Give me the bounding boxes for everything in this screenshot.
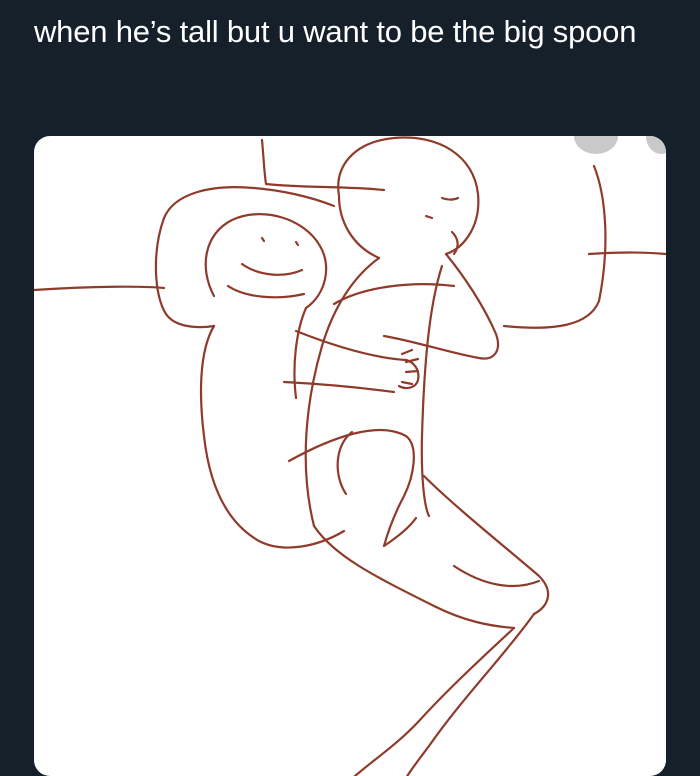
tweet-text: when he’s tall but u want to be the big … bbox=[34, 14, 637, 49]
tweet-media-image[interactable] bbox=[34, 136, 666, 776]
spooning-drawing bbox=[34, 136, 666, 776]
tweet-post: when he’s tall but u want to be the big … bbox=[0, 0, 700, 776]
